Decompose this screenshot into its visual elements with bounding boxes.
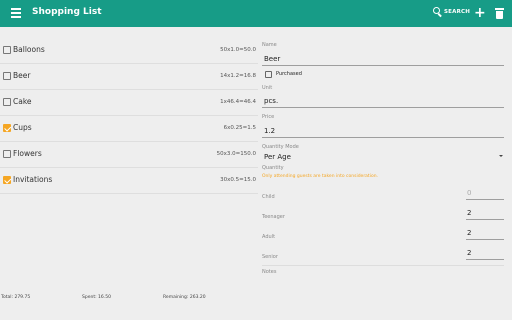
app-title: Shopping List xyxy=(32,7,102,17)
remaining-text: Remaining: 263.20 xyxy=(163,295,206,300)
teenager-underline xyxy=(466,219,504,220)
hamburger-menu-icon[interactable] xyxy=(11,8,21,18)
list-item[interactable]: Cake 1x46.4=46.4 xyxy=(0,90,258,116)
adult-field[interactable]: 2 xyxy=(467,229,471,237)
item-formula: 30x0.5=15.0 xyxy=(220,177,256,183)
senior-underline xyxy=(466,259,504,260)
child-label: Child xyxy=(262,194,275,200)
senior-label: Senior xyxy=(262,254,278,260)
add-icon[interactable]: + xyxy=(474,6,486,20)
item-formula: 6x0.25=1.5 xyxy=(223,125,256,131)
purchased-checkbox[interactable] xyxy=(265,71,272,78)
total-text: Total: 279.75 xyxy=(1,295,31,300)
list-item[interactable]: Invitations 30x0.5=15.0 xyxy=(0,168,258,194)
name-field[interactable]: Beer xyxy=(264,55,280,63)
quantity-hint: Only attending guests are taken into con… xyxy=(262,174,378,179)
unit-field[interactable]: pcs. xyxy=(264,97,278,105)
item-checkbox[interactable] xyxy=(3,150,11,158)
item-formula: 14x1.2=16.8 xyxy=(220,73,256,79)
list-item[interactable]: Balloons 50x1.0=50.0 xyxy=(0,38,258,64)
search-icon xyxy=(433,7,442,16)
unit-label: Unit xyxy=(262,85,273,91)
adult-underline xyxy=(466,239,504,240)
price-field[interactable]: 1.2 xyxy=(264,127,275,135)
unit-underline xyxy=(262,107,504,108)
spent-text: Spent: 16.50 xyxy=(82,295,111,300)
teenager-label: Teenager xyxy=(262,214,285,220)
item-checkbox[interactable] xyxy=(3,124,11,132)
item-name: Cake xyxy=(13,97,32,106)
purchased-label: Purchased xyxy=(276,71,302,77)
child-field[interactable]: 0 xyxy=(467,189,471,197)
app-bar: Shopping List SEARCH + xyxy=(0,0,512,27)
item-checkbox[interactable] xyxy=(3,72,11,80)
item-checkbox[interactable] xyxy=(3,98,11,106)
adult-label: Adult xyxy=(262,234,276,240)
list-item[interactable]: Flowers 50x3.0=150.0 xyxy=(0,142,258,168)
item-formula: 50x3.0=150.0 xyxy=(216,151,256,157)
quantity-mode-label: Quantity Mode xyxy=(262,144,299,150)
notes-label[interactable]: Notes xyxy=(262,269,276,275)
item-name: Flowers xyxy=(13,149,42,158)
item-checkbox[interactable] xyxy=(3,176,11,184)
child-underline xyxy=(466,199,504,200)
name-label: Name xyxy=(262,42,277,48)
item-formula: 50x1.0=50.0 xyxy=(220,47,256,53)
quantity-mode-select[interactable]: Per Age xyxy=(264,153,291,161)
item-name: Cups xyxy=(13,123,32,132)
teenager-field[interactable]: 2 xyxy=(467,209,471,217)
chevron-down-icon[interactable] xyxy=(499,155,503,157)
item-name: Beer xyxy=(13,71,31,80)
name-underline xyxy=(262,65,504,66)
item-formula: 1x46.4=46.4 xyxy=(220,99,256,105)
price-underline xyxy=(262,137,504,138)
delete-icon[interactable] xyxy=(495,8,504,19)
search-label: SEARCH xyxy=(444,8,471,15)
item-name: Invitations xyxy=(13,175,53,184)
item-checkbox[interactable] xyxy=(3,46,11,54)
item-name: Balloons xyxy=(13,45,45,54)
quantity-label: Quantity xyxy=(262,165,284,171)
price-label: Price xyxy=(262,114,275,120)
list-item[interactable]: Cups 6x0.25=1.5 xyxy=(0,116,258,142)
senior-field[interactable]: 2 xyxy=(467,249,471,257)
search-button[interactable]: SEARCH xyxy=(433,7,470,16)
list-item[interactable]: Beer 14x1.2=16.8 xyxy=(0,64,258,90)
shopping-list: Balloons 50x1.0=50.0 Beer 14x1.2=16.8 Ca… xyxy=(0,38,258,194)
notes-divider xyxy=(262,265,504,266)
